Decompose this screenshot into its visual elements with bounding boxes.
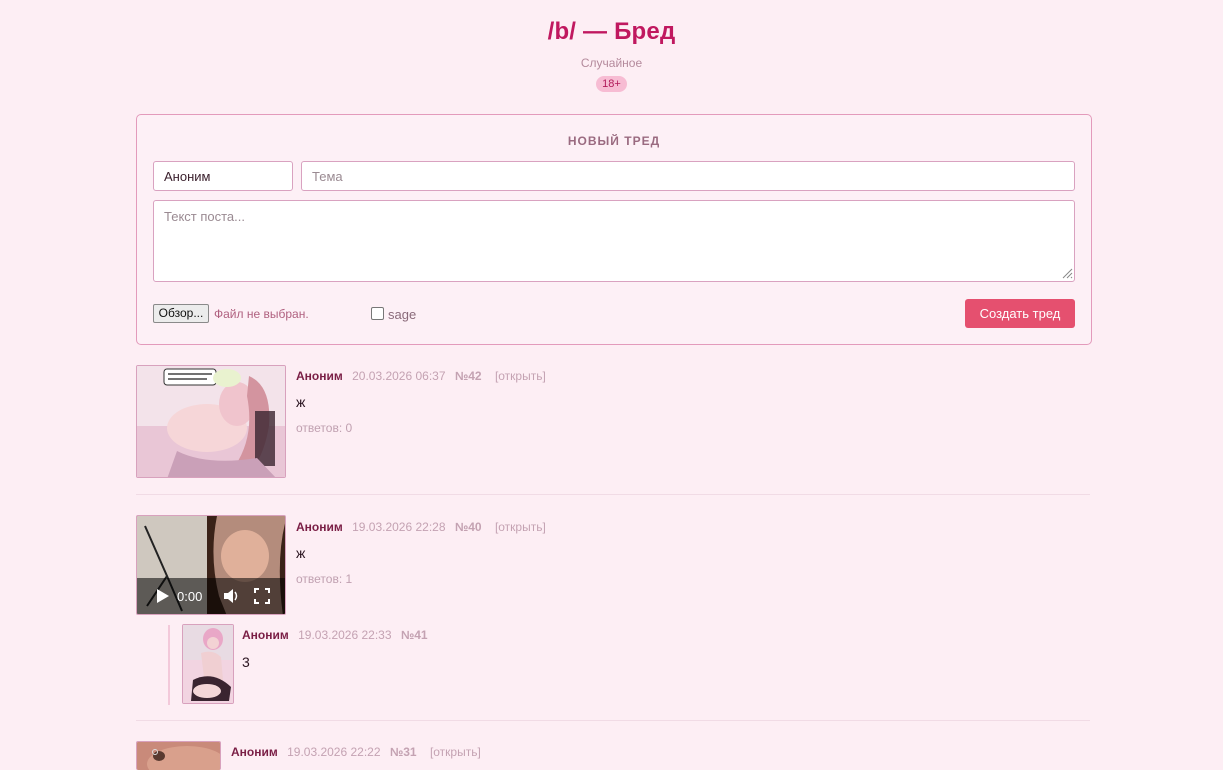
subject-input[interactable] <box>301 161 1075 191</box>
thread-thumbnail[interactable] <box>136 365 286 478</box>
sage-checkbox[interactable] <box>371 307 384 320</box>
new-thread-form: НОВЫЙ ТРЕД Обзор... Файл не выбран. sage… <box>136 114 1092 345</box>
board-title: /b/ — Бред <box>547 18 676 45</box>
volume-icon[interactable] <box>222 587 240 605</box>
board-header: /b/ — Бред Случайное 18+ <box>0 0 1223 92</box>
name-input[interactable] <box>153 161 293 191</box>
board-subtitle: Случайное <box>580 56 643 70</box>
thread-divider <box>136 494 1090 495</box>
photo-image-icon <box>137 742 220 770</box>
reply-count: ответов: 0 <box>296 421 353 435</box>
post-number[interactable]: №31 <box>390 745 417 759</box>
thread-meta: Аноним 19.03.2026 22:22 №31 [открыть] <box>231 745 481 759</box>
post-number[interactable]: №42 <box>455 369 482 383</box>
open-thread-link[interactable]: [открыть] <box>430 745 481 759</box>
file-status: Файл не выбран. <box>214 307 309 321</box>
thread-meta: Аноним 20.03.2026 06:37 №42 [открыть] <box>296 369 546 383</box>
sage-label: sage <box>388 307 417 322</box>
form-heading: НОВЫЙ ТРЕД <box>567 134 661 148</box>
age-badge: 18+ <box>596 76 627 92</box>
post-author: Аноним <box>242 628 289 642</box>
thread-divider <box>136 720 1090 721</box>
post-text: ж <box>296 394 306 410</box>
create-thread-button[interactable]: Создать тред <box>965 299 1075 328</box>
video-time: 0:00 <box>177 589 203 604</box>
post-date: 20.03.2026 06:37 <box>352 369 446 383</box>
anime-image-icon <box>137 366 285 477</box>
thread-thumbnail[interactable] <box>136 741 221 770</box>
post-text: ж <box>296 545 306 561</box>
fullscreen-icon[interactable] <box>254 588 270 604</box>
resize-grip-icon[interactable] <box>1061 267 1073 279</box>
post-author: Аноним <box>296 520 343 534</box>
thread-video[interactable]: 0:00 <box>136 515 286 615</box>
post-date: 19.03.2026 22:33 <box>298 628 392 642</box>
post-author: Аноним <box>296 369 343 383</box>
thread-meta: Аноним 19.03.2026 22:28 №40 [открыть] <box>296 520 546 534</box>
post-text-area[interactable] <box>153 200 1075 282</box>
browse-file-button[interactable]: Обзор... <box>153 304 209 323</box>
open-thread-link[interactable]: [открыть] <box>495 520 546 534</box>
anime-image-icon <box>183 625 233 703</box>
post-date: 19.03.2026 22:22 <box>287 745 381 759</box>
post-date: 19.03.2026 22:28 <box>352 520 446 534</box>
reply-text: 3 <box>242 654 250 670</box>
reply-meta: Аноним 19.03.2026 22:33 №41 <box>242 628 438 642</box>
post-number[interactable]: №41 <box>401 628 428 642</box>
play-icon[interactable] <box>155 588 171 604</box>
open-thread-link[interactable]: [открыть] <box>495 369 546 383</box>
post-number[interactable]: №40 <box>455 520 482 534</box>
reply-count: ответов: 1 <box>296 572 353 586</box>
post-author: Аноним <box>231 745 278 759</box>
reply-indent-line <box>168 625 170 705</box>
reply-thumbnail[interactable] <box>182 624 234 704</box>
